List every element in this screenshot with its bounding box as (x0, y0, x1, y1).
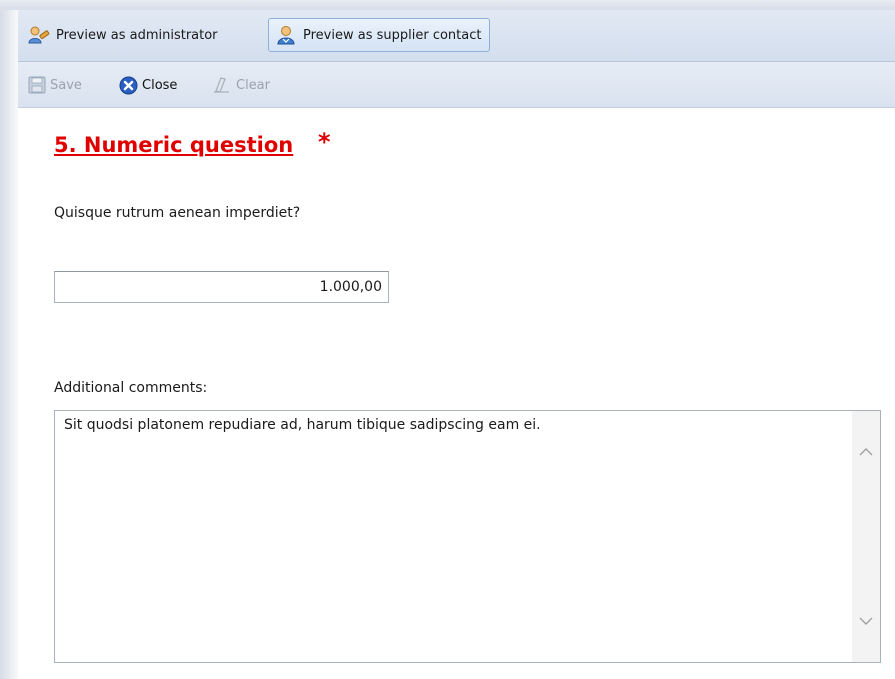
window-left-edge (0, 10, 18, 679)
scroll-down-button[interactable] (852, 606, 880, 634)
action-toolbar: Save Close Clear (18, 62, 895, 108)
admin-user-icon (28, 25, 50, 45)
save-icon (28, 76, 46, 94)
clear-label: Clear (236, 77, 270, 93)
comments-scrollbar[interactable] (852, 411, 880, 662)
close-icon (119, 76, 138, 95)
question-text: Quisque rutrum aenean imperdiet? (54, 205, 301, 221)
preview-window: Preview as administrator Preview as supp… (0, 0, 895, 679)
eraser-icon (212, 76, 232, 94)
additional-comments-label: Additional comments: (54, 380, 208, 396)
preview-as-administrator-label: Preview as administrator (56, 27, 218, 43)
additional-comments-text: Sit quodsi platonem repudiare ad, harum … (64, 417, 541, 433)
close-button[interactable]: Close (119, 74, 177, 96)
numeric-answer-input[interactable] (54, 271, 389, 303)
preview-as-supplier-contact-label: Preview as supplier contact (303, 27, 482, 43)
preview-toolbar: Preview as administrator Preview as supp… (18, 10, 895, 62)
close-label: Close (142, 77, 178, 93)
save-button[interactable]: Save (28, 74, 82, 96)
save-label: Save (50, 77, 82, 93)
preview-as-administrator-button[interactable]: Preview as administrator (24, 17, 222, 53)
required-marker: * (318, 128, 331, 156)
additional-comments-textarea[interactable]: Sit quodsi platonem repudiare ad, harum … (54, 410, 881, 663)
window-top-edge (0, 0, 895, 10)
chevron-up-icon (858, 442, 874, 461)
scroll-up-button[interactable] (852, 437, 880, 465)
question-title: 5. Numeric question (54, 133, 294, 157)
supplier-user-icon (275, 25, 297, 45)
clear-button[interactable]: Clear (212, 74, 270, 96)
chevron-down-icon (858, 611, 874, 630)
preview-as-supplier-contact-button[interactable]: Preview as supplier contact (268, 18, 491, 52)
